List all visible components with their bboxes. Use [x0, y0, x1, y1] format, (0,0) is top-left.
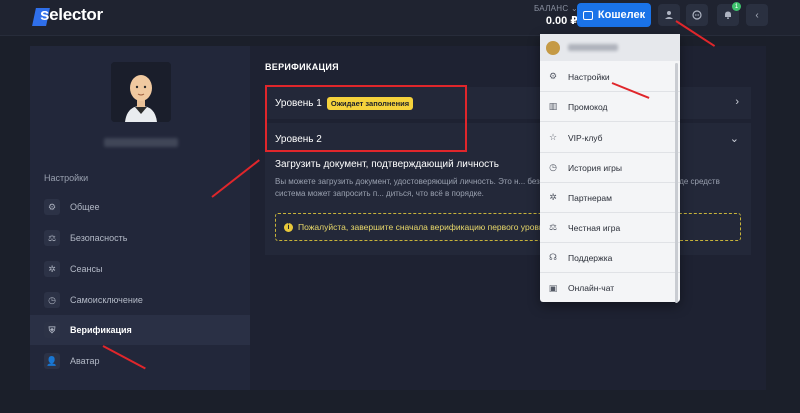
sidebar-item-sessions[interactable]: ✲ Сеансы: [30, 254, 250, 284]
asterisk-icon: ✲: [549, 192, 557, 202]
menu-item-label: Онлайн-чат: [568, 283, 615, 293]
wallet-icon: [582, 10, 593, 20]
balance[interactable]: БАЛАНС ⌄ 0.00 ₽: [528, 4, 578, 27]
warning-text: Пожалуйста, завершите сначала верификаци…: [298, 222, 549, 232]
dropdown-user[interactable]: [540, 34, 680, 61]
upload-title: Загрузить документ, подтверждающий лично…: [275, 159, 499, 170]
sidebar-item-label: Общее: [70, 202, 100, 212]
menu-item-label: История игры: [568, 162, 623, 173]
menu-item-label: Промокод: [568, 101, 608, 112]
info-icon: i: [284, 222, 293, 232]
logo[interactable]: selector: [32, 5, 103, 27]
sidebar-item-security[interactable]: ⚖ Безопасность: [30, 223, 250, 253]
sidebar-item-label: Сеансы: [70, 264, 103, 274]
notification-badge: 1: [732, 2, 741, 11]
menu-item-partners[interactable]: ✲ Партнерам: [540, 183, 680, 213]
menu-item-label: Настройки: [568, 71, 610, 82]
chat-icon: ▣: [548, 282, 558, 293]
username-blurred: [568, 44, 618, 51]
clock-icon: ◷: [44, 292, 60, 308]
menu-item-label: Поддержка: [568, 252, 613, 263]
wallet-button[interactable]: Кошелек: [577, 3, 651, 27]
bell-icon: [725, 11, 731, 19]
sidebar: Настройки ⚙ Общее ⚖ Безопасность ✲ Сеанс…: [30, 46, 250, 390]
balance-value: 0.00 ₽: [545, 15, 578, 27]
user-icon: 👤: [44, 353, 60, 369]
star-icon: ☆: [548, 132, 558, 142]
menu-item-label: Партнерам: [568, 192, 612, 203]
avatar-image: [111, 62, 171, 122]
sidebar-item-verification[interactable]: ⛨ Верификация: [30, 315, 250, 345]
asterisk-icon: ✲: [44, 261, 60, 277]
sidebar-item-label: Верификация: [70, 325, 132, 335]
gear-icon: ⚙: [44, 199, 60, 215]
headset-icon: ☊: [549, 252, 557, 262]
sidebar-item-avatar[interactable]: 👤 Аватар: [30, 346, 250, 376]
annotation-box: [265, 85, 467, 152]
balance-label: БАЛАНС ⌄: [533, 4, 578, 13]
shield-icon: ⛨: [44, 322, 60, 338]
avatar: [111, 62, 171, 122]
collapse-button[interactable]: ‹: [746, 4, 768, 26]
avatar: [546, 40, 560, 55]
chat-icon: [692, 10, 702, 20]
menu-item-label: Честная игра: [568, 222, 621, 233]
menu-item-settings[interactable]: ⚙ Настройки: [540, 62, 680, 92]
notifications-button[interactable]: 1: [717, 2, 741, 26]
page-title: ВЕРИФИКАЦИЯ: [265, 62, 339, 72]
chevron-right-icon: ›: [735, 96, 739, 108]
chat-button[interactable]: [686, 4, 708, 26]
clock-icon: ◷: [549, 162, 557, 172]
scales-icon: ⚖: [548, 222, 558, 232]
top-bar: selector БАЛАНС ⌄ 0.00 ₽ Кошелек 1 ‹: [0, 0, 800, 36]
sidebar-item-label: Аватар: [70, 356, 100, 366]
sidebar-title: Настройки: [44, 173, 89, 183]
menu-item-vip[interactable]: ☆ VIP-клуб: [540, 123, 680, 153]
dropdown-scrollbar[interactable]: [675, 63, 678, 303]
menu-item-online-chat[interactable]: ▣ Онлайн-чат: [540, 273, 680, 303]
menu-item-history[interactable]: ◷ История игры: [540, 153, 680, 183]
chevron-down-icon: ⌄: [729, 133, 739, 145]
sidebar-item-label: Безопасность: [70, 233, 128, 243]
menu-item-support[interactable]: ☊ Поддержка: [540, 243, 680, 273]
menu-item-label: VIP-клуб: [568, 132, 603, 143]
profile-dropdown: ⚙ Настройки ▥ Промокод ☆ VIP-клуб ◷ Исто…: [540, 34, 680, 303]
gear-icon: ⚙: [548, 71, 558, 81]
sidebar-item-label: Самоисключение: [70, 295, 143, 305]
menu-item-promocode[interactable]: ▥ Промокод: [540, 92, 680, 122]
username-blurred: [104, 138, 178, 147]
scales-icon: ⚖: [44, 230, 60, 246]
sidebar-item-general[interactable]: ⚙ Общее: [30, 192, 250, 222]
sidebar-item-self-exclusion[interactable]: ◷ Самоисключение: [30, 285, 250, 315]
ticket-icon: ▥: [548, 101, 558, 111]
menu-item-fair-play[interactable]: ⚖ Честная игра: [540, 213, 680, 243]
wallet-label: Кошелек: [597, 9, 646, 21]
chevron-left-icon: ‹: [755, 9, 759, 21]
logo-text: selector: [40, 5, 103, 24]
user-icon: [665, 11, 673, 19]
